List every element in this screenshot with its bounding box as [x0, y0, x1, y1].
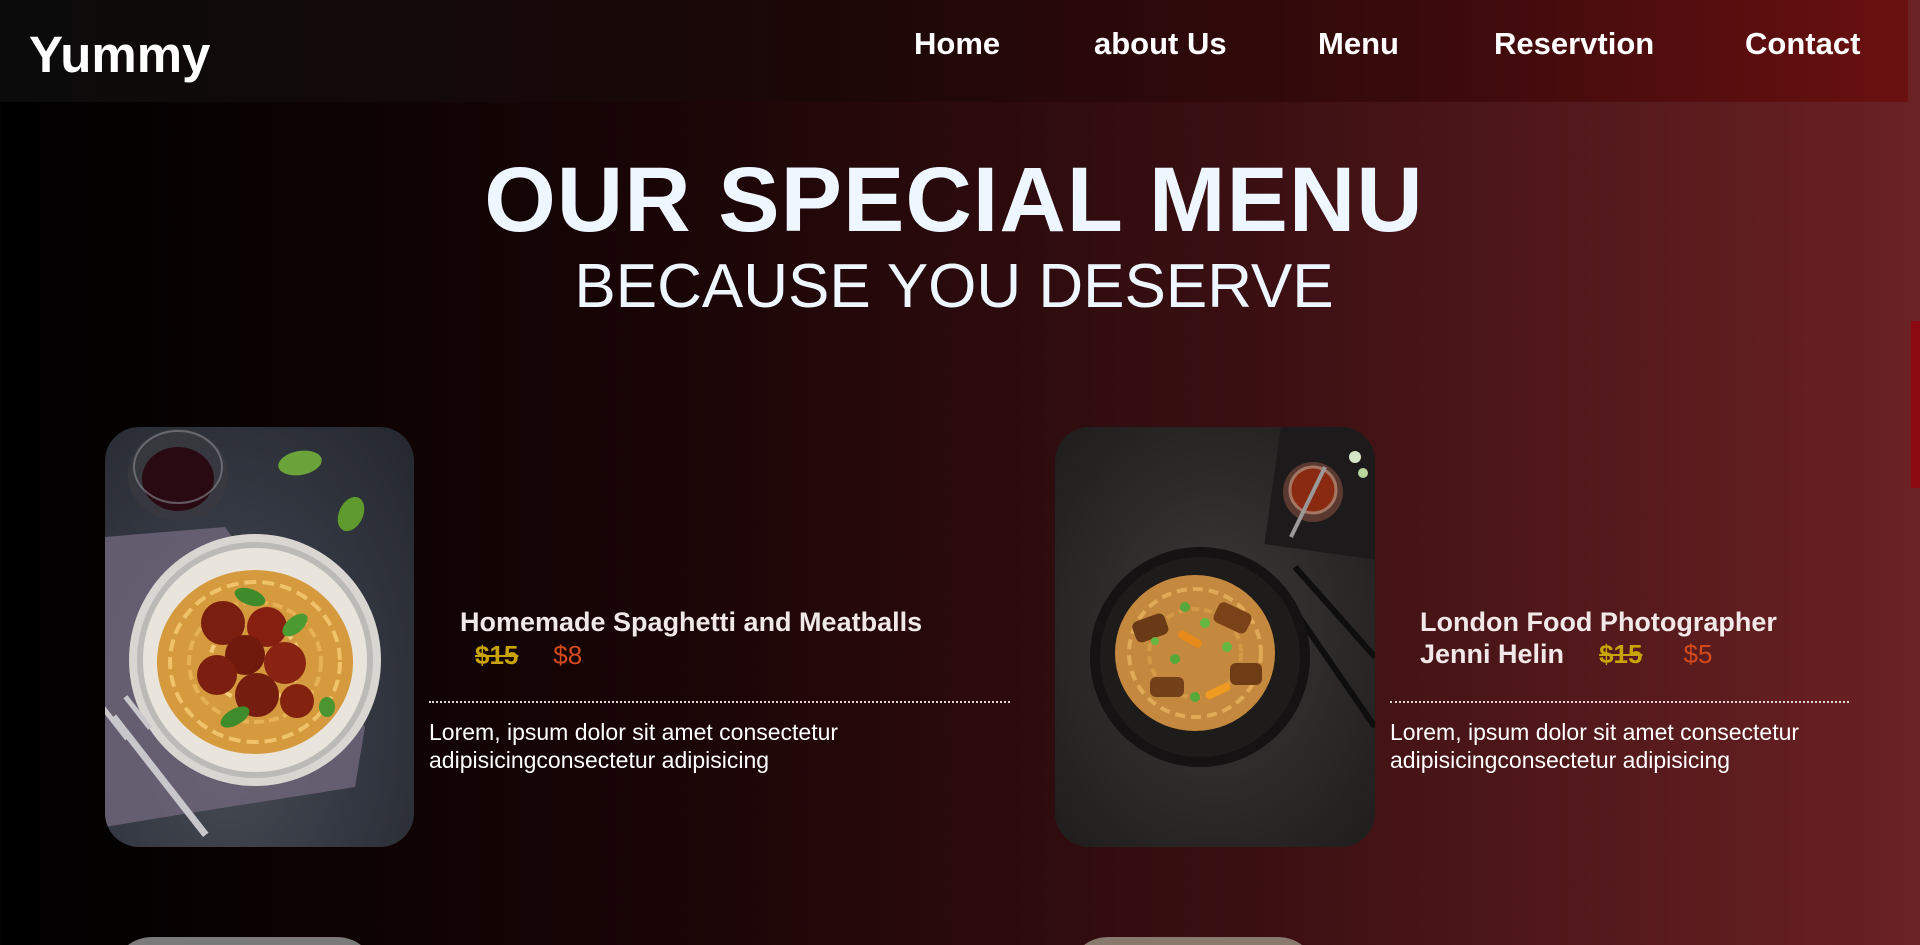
dish-1-prices: $15 $8: [475, 640, 582, 671]
dish-2-name-line-1: London Food Photographer: [1420, 607, 1777, 637]
dish-2-new-price: $5: [1683, 639, 1713, 669]
dish-1-name: Homemade Spaghetti and Meatballs: [460, 607, 923, 637]
dish-2-description-line-1: Lorem, ipsum dolor sit amet consectetur: [1390, 719, 1800, 745]
dish-2-description: Lorem, ipsum dolor sit amet consectetur …: [1390, 718, 1799, 774]
dish-2-name-line-2-row: Jenni Helin $15 $5: [1420, 638, 1777, 670]
section-title: OUR SPECIAL MENU: [484, 149, 1424, 251]
section-subtitle: BECAUSE YOU DESERVE: [574, 252, 1334, 321]
spaghetti-meatballs-image: [105, 427, 414, 847]
dish-1-description-line-1: Lorem, ipsum dolor sit amet consectetur: [429, 719, 839, 745]
nav-home-link[interactable]: Home: [914, 26, 1000, 62]
nav-contact-link[interactable]: Contact: [1745, 26, 1860, 62]
dish-1-description: Lorem, ipsum dolor sit amet consectetur …: [429, 718, 838, 774]
noodle-bowl-image: [1055, 427, 1375, 847]
dish-1-description-line-2: adipisicingconsectetur adipisicing: [429, 747, 770, 773]
brand-logo[interactable]: Yummy: [29, 26, 210, 84]
dish-2-old-price: $15: [1599, 639, 1643, 669]
nav-about-link[interactable]: about Us: [1094, 26, 1227, 62]
dish-2-description-line-2: adipisicingconsectetur adipisicing: [1390, 747, 1731, 773]
scrollbar-thumb[interactable]: [1911, 321, 1920, 488]
nav-reservation-link[interactable]: Reservtion: [1494, 26, 1654, 62]
dish-3-image-partial: [112, 937, 377, 945]
dish-2-name-line-2: Jenni Helin: [1420, 639, 1565, 669]
nav-menu-link[interactable]: Menu: [1318, 26, 1399, 62]
dish-4-image-partial: [1068, 937, 1318, 945]
dish-2-divider: [1390, 701, 1849, 703]
dish-1-old-price: $15: [475, 640, 519, 670]
top-navbar: Yummy Home about Us Menu Reservtion Cont…: [0, 0, 1908, 102]
dish-1-new-price: $8: [553, 640, 583, 670]
dish-1-divider: [429, 701, 1010, 703]
dish-2-name: London Food Photographer Jenni Helin $15…: [1420, 606, 1777, 670]
